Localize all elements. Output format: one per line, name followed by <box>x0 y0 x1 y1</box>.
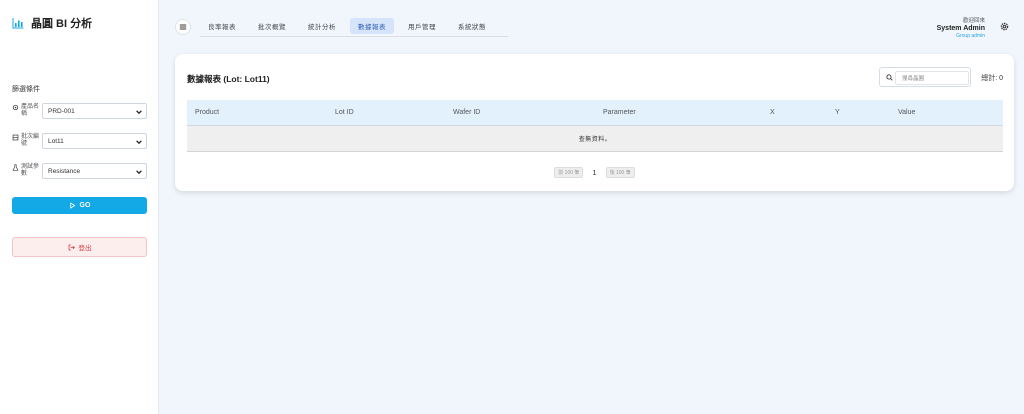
table-header: Product Lot ID Wafer ID Parameter X Y Va… <box>187 100 1003 126</box>
column-wafer-id[interactable]: Wafer ID <box>453 109 480 116</box>
next-page-button[interactable]: 後 100 筆 <box>605 167 635 178</box>
filter-lot-label: 批次編號 <box>12 134 42 148</box>
logout-icon <box>68 244 75 250</box>
column-y[interactable]: Y <box>835 109 840 116</box>
tab-yield-report[interactable]: 良率報表 <box>200 18 244 34</box>
user-info: 歡迎回來 System Admin Group admin <box>937 16 985 39</box>
settings-button[interactable] <box>997 19 1011 33</box>
column-lot-id[interactable]: Lot ID <box>335 109 354 116</box>
total-count: 總計: 0 <box>981 75 1003 82</box>
user-group: Group admin <box>956 33 985 39</box>
hamburger-icon <box>179 24 187 30</box>
data-report-card: 數據報表 (Lot: Lot11) 搜尋晶圓 總計: 0 Product Lot… <box>175 54 1014 191</box>
tab-user-management[interactable]: 用戶管理 <box>400 18 444 34</box>
filter-heading: 篩選條件 <box>12 86 40 93</box>
lot-select[interactable]: Lot11 <box>42 133 147 149</box>
prev-page-button[interactable]: 前 100 筆 <box>554 167 584 178</box>
parameter-select[interactable]: Resistance <box>42 163 147 179</box>
product-select[interactable]: PRD-001 <box>42 103 147 119</box>
gear-icon <box>12 104 19 111</box>
current-page: 1 <box>592 168 597 177</box>
column-value[interactable]: Value <box>898 109 915 116</box>
chevron-down-icon <box>136 110 142 115</box>
tab-lot-overview[interactable]: 批次概覽 <box>250 18 294 34</box>
search-icon <box>886 74 893 81</box>
filter-parameter: 測試參數 Resistance <box>12 163 147 179</box>
empty-message: 查無資料。 <box>187 126 1003 152</box>
sidebar: 晶圓 BI 分析 篩選條件 產品名稱 PRD-001 批次編號 Lot11 測試… <box>0 0 159 414</box>
filter-parameter-label: 測試參數 <box>12 164 42 178</box>
brand-name: 晶圓 BI 分析 <box>31 18 93 30</box>
filter-product: 產品名稱 PRD-001 <box>12 103 147 119</box>
brand: 晶圓 BI 分析 <box>12 15 92 31</box>
bar-chart-icon <box>12 18 24 29</box>
logout-button[interactable]: 登出 <box>12 237 147 257</box>
search-box: 搜尋晶圓 <box>879 67 971 87</box>
chevron-down-icon <box>136 170 142 175</box>
data-table: Product Lot ID Wafer ID Parameter X Y Va… <box>187 100 1003 152</box>
menu-toggle-button[interactable] <box>175 19 191 35</box>
main-tabs: 良率報表 批次概覽 統計分析 數據報表 用戶管理 系統狀態 <box>200 15 508 37</box>
database-icon <box>12 134 19 141</box>
go-button[interactable]: GO <box>12 197 147 214</box>
flask-icon <box>12 164 19 171</box>
chevron-down-icon <box>136 140 142 145</box>
column-parameter[interactable]: Parameter <box>603 109 636 116</box>
filter-product-label: 產品名稱 <box>12 104 42 118</box>
search-input[interactable]: 搜尋晶圓 <box>895 71 969 85</box>
page-title: 數據報表 (Lot: Lot11) <box>187 74 270 84</box>
user-name: System Admin <box>936 25 985 32</box>
column-x[interactable]: X <box>770 109 775 116</box>
column-product[interactable]: Product <box>195 109 219 116</box>
tab-statistics[interactable]: 統計分析 <box>300 18 344 34</box>
pagination: 前 100 筆 1 後 100 筆 <box>175 167 1014 178</box>
tab-system-status[interactable]: 系統狀態 <box>450 18 494 34</box>
filter-lot: 批次編號 Lot11 <box>12 133 147 149</box>
play-icon <box>69 202 75 209</box>
user-greeting: 歡迎回來 <box>962 18 985 24</box>
tab-data-report[interactable]: 數據報表 <box>350 17 394 34</box>
gear-icon <box>1000 22 1008 30</box>
